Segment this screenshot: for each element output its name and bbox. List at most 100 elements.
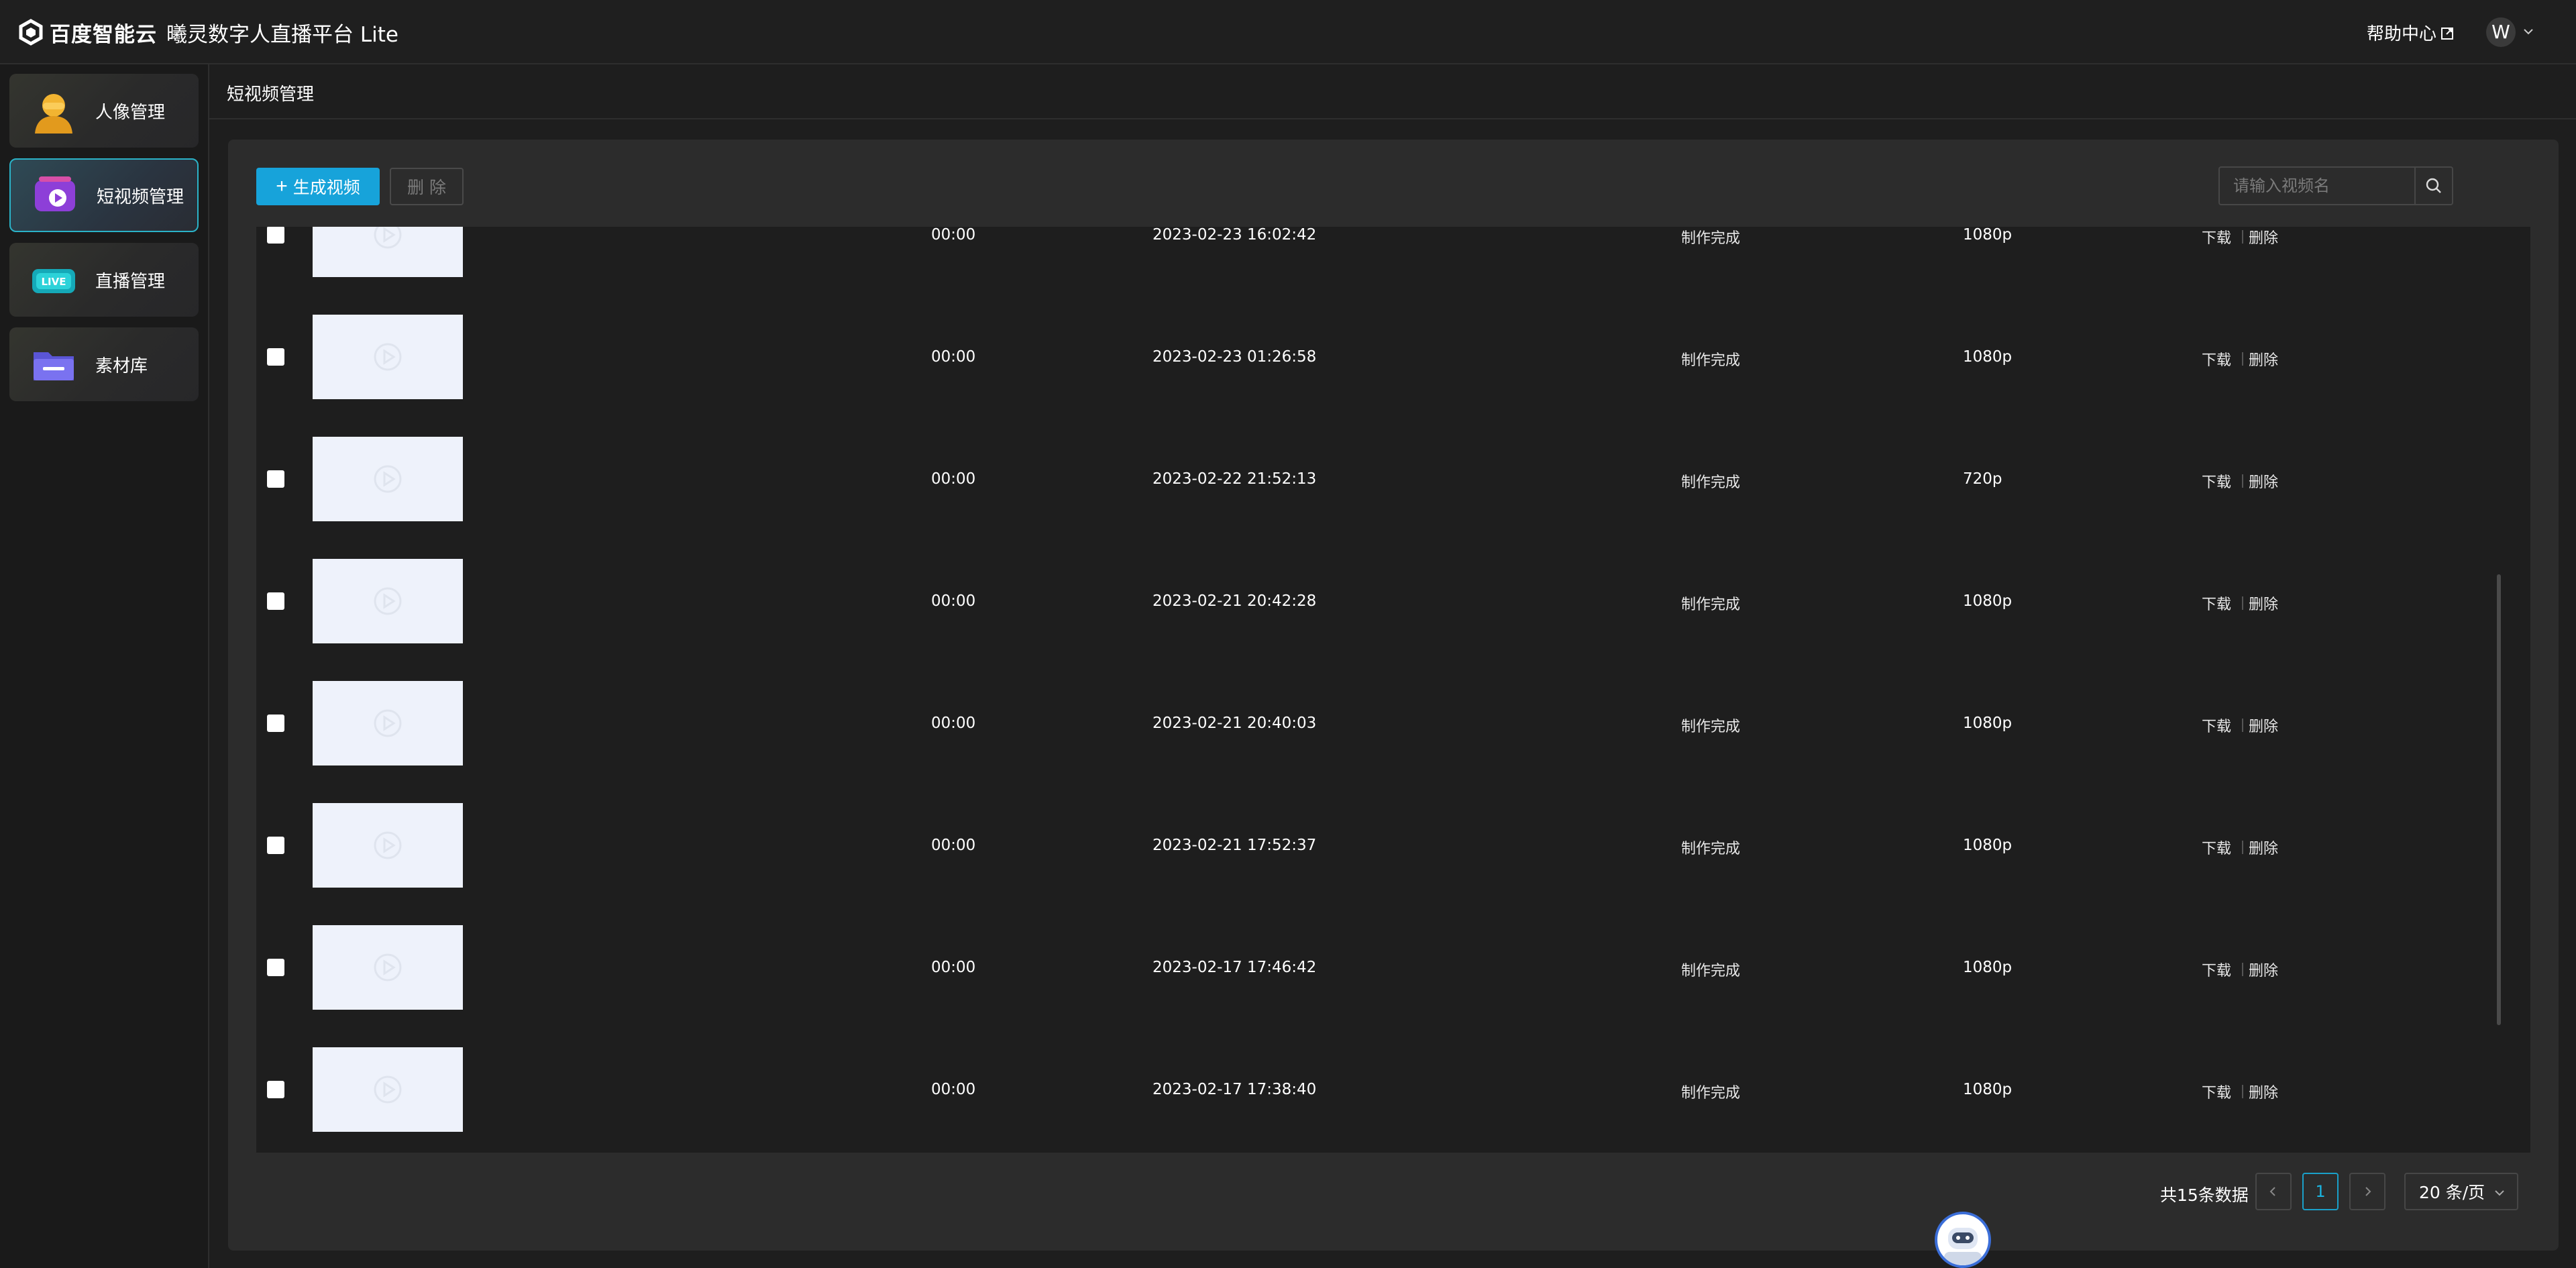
- duration-cell: 00:00: [931, 227, 976, 244]
- resolution-cell: 720p: [1963, 470, 2002, 488]
- help-center-link[interactable]: 帮助中心: [2367, 20, 2455, 45]
- page-size-select[interactable]: 20 条/页: [2404, 1173, 2518, 1210]
- page-button-1[interactable]: 1: [2302, 1173, 2339, 1210]
- play-icon: [374, 465, 402, 493]
- play-icon: [374, 343, 402, 371]
- duration-cell: 00:00: [931, 1081, 976, 1098]
- row-checkbox[interactable]: [267, 348, 284, 366]
- status-cell: 制作完成: [1681, 352, 1741, 369]
- duration-cell: 00:00: [931, 715, 976, 732]
- table-scrollbar[interactable]: [2497, 574, 2501, 1025]
- video-thumbnail[interactable]: [313, 925, 463, 1010]
- logo[interactable]: 百度智能云 曦灵数字人直播平台 Lite: [17, 17, 398, 47]
- bulk-delete-button[interactable]: 删 除: [390, 168, 464, 205]
- page-size-label: 20 条/页: [2419, 1183, 2485, 1202]
- divider: [2242, 1085, 2243, 1098]
- video-thumbnail[interactable]: [313, 803, 463, 888]
- divider: [2242, 230, 2243, 244]
- duration-cell: 00:00: [931, 592, 976, 610]
- status-cell: 制作完成: [1681, 841, 1741, 857]
- chevron-right-icon: [2365, 1187, 2371, 1196]
- resolution-cell: 1080p: [1963, 1081, 2012, 1098]
- sidebar-item-live[interactable]: LIVE 直播管理: [9, 243, 199, 317]
- sidebar: 人像管理 短视频管理 LIVE 直播管理 素材库: [0, 64, 209, 1268]
- download-link[interactable]: 下载: [2202, 470, 2231, 492]
- chevron-left-icon: [2269, 1187, 2275, 1196]
- download-link[interactable]: 下载: [2202, 959, 2231, 980]
- baidu-cloud-logo-icon: [19, 19, 43, 46]
- status-cell: 制作完成: [1681, 719, 1741, 735]
- row-checkbox[interactable]: [267, 715, 284, 732]
- download-link[interactable]: 下载: [2202, 227, 2231, 248]
- video-name-search-input[interactable]: [2220, 168, 2414, 204]
- chevron-down-icon[interactable]: [2521, 24, 2536, 39]
- video-thumbnail[interactable]: [313, 1047, 463, 1132]
- avatar-icon: [35, 94, 72, 134]
- video-thumbnail[interactable]: [313, 315, 463, 399]
- divider: [2242, 352, 2243, 366]
- delete-link[interactable]: 删除: [2249, 227, 2278, 248]
- resolution-cell: 1080p: [1963, 715, 2012, 732]
- divider: [2242, 841, 2243, 854]
- resolution-cell: 1080p: [1963, 837, 2012, 854]
- divider: [2242, 474, 2243, 488]
- delete-link[interactable]: 删除: [2249, 592, 2278, 614]
- play-icon: [374, 1075, 402, 1104]
- sidebar-item-label: 短视频管理: [97, 187, 184, 207]
- video-thumbnail[interactable]: [313, 681, 463, 765]
- download-link[interactable]: 下载: [2202, 715, 2231, 736]
- search-button[interactable]: [2414, 168, 2452, 204]
- row-checkbox[interactable]: [267, 592, 284, 610]
- video-list-panel: + 生成视频 删 除 00:00 2023-02-23 16:02:42 制作完…: [228, 140, 2559, 1251]
- video-thumbnail[interactable]: [313, 227, 463, 277]
- download-link[interactable]: 下载: [2202, 1081, 2231, 1102]
- generate-video-button[interactable]: + 生成视频: [256, 168, 380, 205]
- status-cell: 制作完成: [1681, 230, 1741, 247]
- play-icon: [374, 953, 402, 982]
- product-name: 曦灵数字人直播平台 Lite: [166, 22, 398, 47]
- table-row: 00:00 2023-02-17 17:46:42 制作完成 1080p 下载 …: [256, 906, 2530, 1028]
- divider: [2242, 963, 2243, 976]
- delete-link[interactable]: 删除: [2249, 470, 2278, 492]
- download-link[interactable]: 下载: [2202, 592, 2231, 614]
- top-header: 百度智能云 曦灵数字人直播平台 Lite 帮助中心 W: [0, 0, 2576, 64]
- row-checkbox[interactable]: [267, 470, 284, 488]
- video-thumbnail[interactable]: [313, 559, 463, 643]
- row-checkbox[interactable]: [267, 959, 284, 976]
- play-icon: [374, 709, 402, 737]
- duration-cell: 00:00: [931, 470, 976, 488]
- video-table: 00:00 2023-02-23 16:02:42 制作完成 1080p 下载 …: [256, 227, 2530, 1153]
- created-time-cell: 2023-02-21 20:42:28: [1152, 592, 1317, 610]
- status-cell: 制作完成: [1681, 963, 1741, 980]
- delete-link[interactable]: 删除: [2249, 959, 2278, 980]
- play-icon: [374, 227, 402, 249]
- duration-cell: 00:00: [931, 959, 976, 976]
- next-page-button[interactable]: [2349, 1173, 2385, 1210]
- row-checkbox[interactable]: [267, 1081, 284, 1098]
- row-checkbox[interactable]: [267, 837, 284, 854]
- table-row: 00:00 2023-02-22 21:52:13 制作完成 720p 下载 删…: [256, 418, 2530, 540]
- assistant-robot-button[interactable]: [1935, 1212, 1991, 1268]
- created-time-cell: 2023-02-23 16:02:42: [1152, 227, 1317, 244]
- duration-cell: 00:00: [931, 837, 976, 854]
- resolution-cell: 1080p: [1963, 592, 2012, 610]
- sidebar-item-portrait[interactable]: 人像管理: [9, 74, 199, 148]
- prev-page-button[interactable]: [2255, 1173, 2292, 1210]
- created-time-cell: 2023-02-22 21:52:13: [1152, 470, 1317, 488]
- delete-link[interactable]: 删除: [2249, 1081, 2278, 1102]
- delete-link[interactable]: 删除: [2249, 348, 2278, 370]
- download-link[interactable]: 下载: [2202, 348, 2231, 370]
- sidebar-item-materials[interactable]: 素材库: [9, 327, 199, 401]
- delete-link[interactable]: 删除: [2249, 715, 2278, 736]
- download-link[interactable]: 下载: [2202, 837, 2231, 858]
- delete-link[interactable]: 删除: [2249, 837, 2278, 858]
- created-time-cell: 2023-02-23 01:26:58: [1152, 348, 1317, 366]
- created-time-cell: 2023-02-17 17:38:40: [1152, 1081, 1317, 1098]
- resolution-cell: 1080p: [1963, 227, 2012, 244]
- video-thumbnail[interactable]: [313, 437, 463, 521]
- user-avatar[interactable]: W: [2486, 17, 2516, 47]
- external-link-icon: [2441, 27, 2454, 40]
- row-checkbox[interactable]: [267, 227, 284, 244]
- sidebar-item-short-video[interactable]: 短视频管理: [9, 158, 199, 232]
- table-row: 00:00 2023-02-17 17:38:40 制作完成 1080p 下载 …: [256, 1028, 2530, 1151]
